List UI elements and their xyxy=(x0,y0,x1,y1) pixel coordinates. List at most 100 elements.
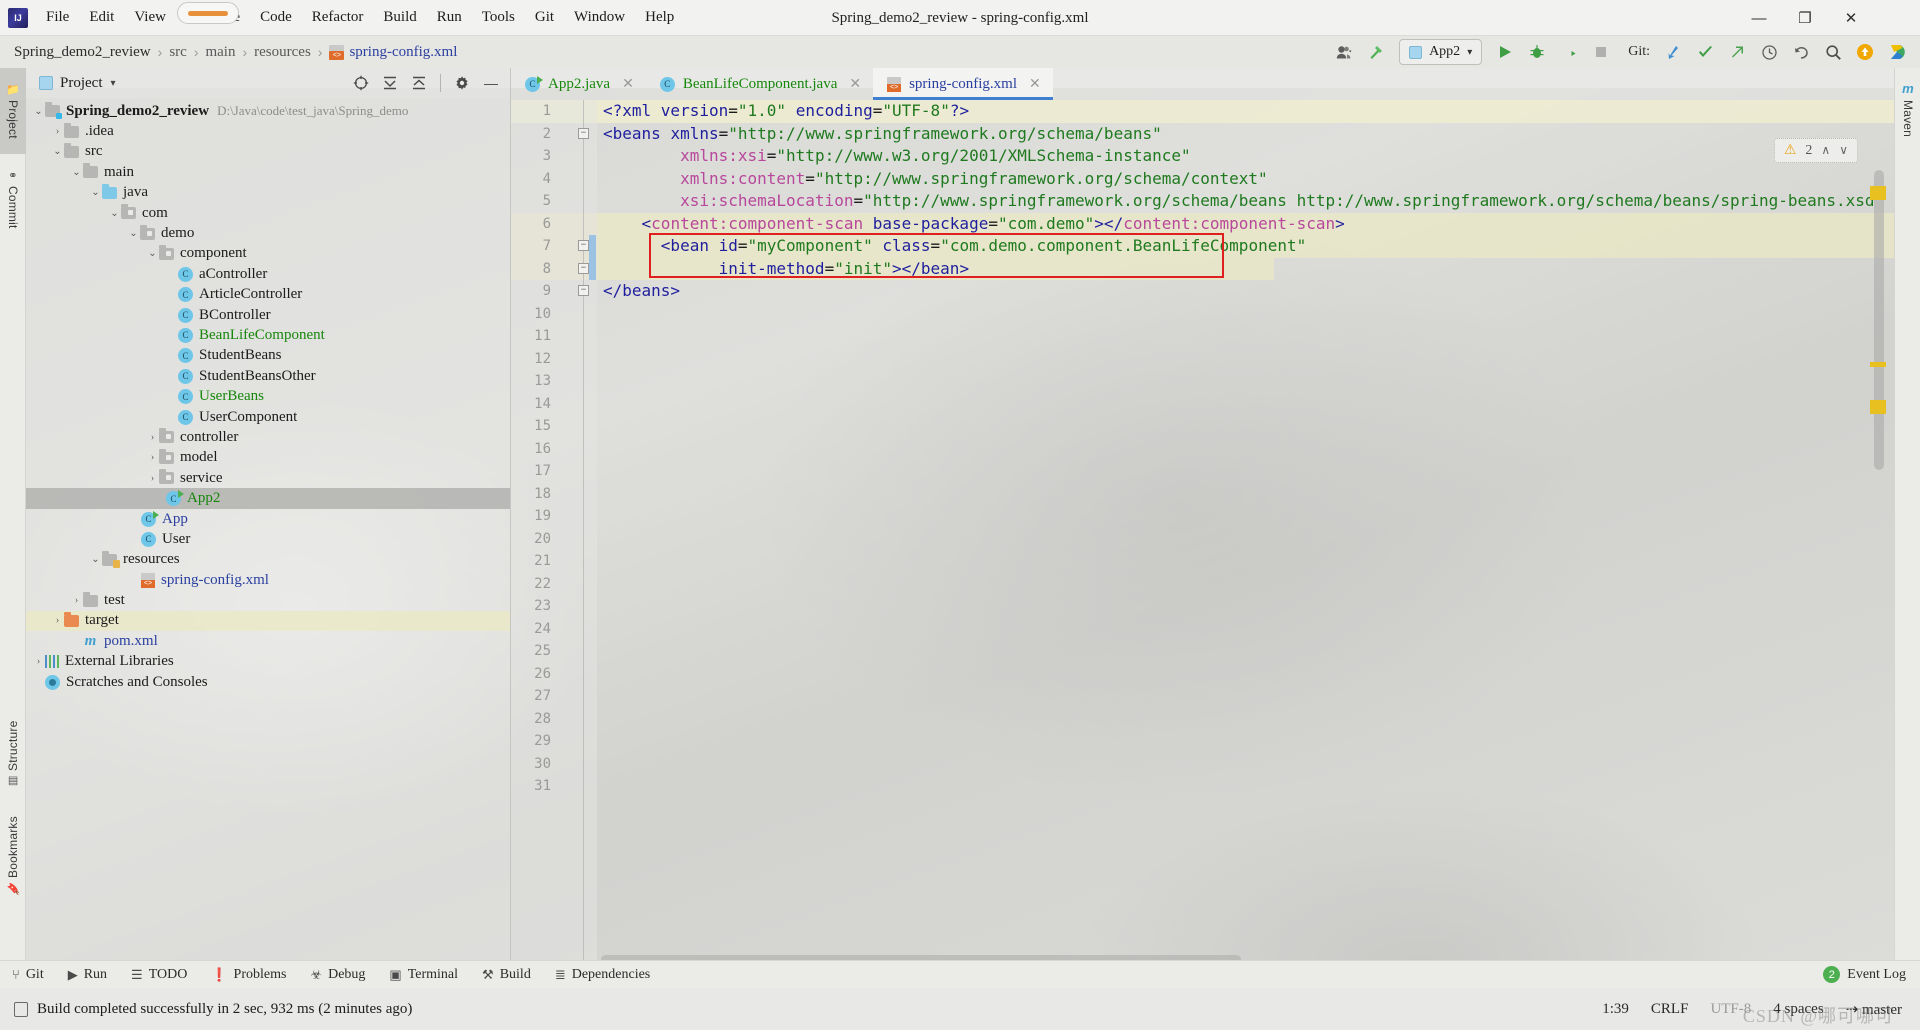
menu-refactor[interactable]: Refactor xyxy=(302,6,374,29)
sidebar-item-structure[interactable]: ▤ Structure xyxy=(0,708,26,800)
bottom-tab-todo[interactable]: ☰ TODO xyxy=(119,961,199,989)
tree-row-target[interactable]: › target xyxy=(26,610,510,632)
menu-window[interactable]: Window xyxy=(564,6,635,29)
chevron-down-icon[interactable]: ⌄ xyxy=(32,106,45,117)
git-branch-widget[interactable]: ⇢ master xyxy=(1846,1000,1902,1019)
sidebar-item-bookmarks[interactable]: 🔖 Bookmarks xyxy=(0,804,26,908)
tree-row-java[interactable]: ⌄ java xyxy=(26,183,510,203)
tree-row-demo[interactable]: ⌄ demo xyxy=(26,223,510,243)
tree-row-model[interactable]: › model xyxy=(26,448,510,468)
chevron-down-icon[interactable]: ⌄ xyxy=(70,167,83,178)
maximize-button[interactable]: ❐ xyxy=(1782,0,1828,36)
minimize-button[interactable]: — xyxy=(1736,0,1782,36)
stop-icon[interactable] xyxy=(1586,39,1616,65)
tree-row-class[interactable]: C BController xyxy=(26,305,510,325)
debug-bug-icon[interactable] xyxy=(1522,39,1552,65)
tab-drag-handle[interactable] xyxy=(177,2,239,24)
fold-toggle-icon[interactable]: − xyxy=(578,128,589,139)
line-separator[interactable]: CRLF xyxy=(1651,1001,1689,1018)
tree-row-idea[interactable]: › .idea xyxy=(26,121,510,141)
file-encoding[interactable]: UTF-8 xyxy=(1710,1001,1751,1018)
chevron-down-icon[interactable]: ▾ xyxy=(111,78,116,89)
chevron-right-icon[interactable]: › xyxy=(146,452,159,463)
tree-row-controller[interactable]: › controller xyxy=(26,427,510,447)
chevron-right-icon[interactable]: › xyxy=(51,615,64,626)
editor-gutter[interactable]: 1 2 3 4 5 6 7 8 9 10 11 12 13 14 15 16 1… xyxy=(511,100,597,968)
code-text[interactable]: <?xml version="1.0" encoding="UTF-8"?> <… xyxy=(597,100,1894,968)
chevron-down-icon[interactable]: ⌄ xyxy=(89,554,102,565)
bottom-tab-problems[interactable]: ❗ Problems xyxy=(199,961,298,989)
commit-check-icon[interactable] xyxy=(1690,39,1720,65)
tree-row-external-libraries[interactable]: › External Libraries xyxy=(26,652,510,672)
run-configuration-selector[interactable]: App2 ▾ xyxy=(1399,39,1483,65)
tree-row-resources[interactable]: ⌄ resources xyxy=(26,550,510,570)
menu-view[interactable]: View xyxy=(124,6,176,29)
breadcrumb-item-project[interactable]: Spring_demo2_review xyxy=(14,44,151,61)
code-editor[interactable]: 1 2 3 4 5 6 7 8 9 10 11 12 13 14 15 16 1… xyxy=(511,100,1894,968)
tree-row-class[interactable]: C UserComponent xyxy=(26,407,510,427)
tree-row-src[interactable]: ⌄ src xyxy=(26,142,510,162)
breadcrumb-item-resources[interactable]: resources xyxy=(254,44,311,61)
menu-code[interactable]: Code xyxy=(250,6,302,29)
next-highlight-icon[interactable]: ∨ xyxy=(1839,143,1848,158)
tree-row-com[interactable]: ⌄ com xyxy=(26,203,510,223)
update-project-icon[interactable] xyxy=(1658,39,1688,65)
tree-row-spring-config[interactable]: spring-config.xml xyxy=(26,570,510,590)
tree-row-pom[interactable]: m pom.xml xyxy=(26,631,510,651)
fold-toggle-icon[interactable]: − xyxy=(578,263,589,274)
run-play-icon[interactable] xyxy=(1490,39,1520,65)
tree-row-class[interactable]: C UserBeans xyxy=(26,386,510,406)
minimap-warning-marker[interactable] xyxy=(1870,400,1886,414)
chevron-right-icon[interactable]: › xyxy=(32,656,45,667)
sidebar-item-commit[interactable]: ⚭ Commit xyxy=(0,156,26,242)
close-icon[interactable]: ✕ xyxy=(1029,76,1041,93)
chevron-right-icon[interactable]: › xyxy=(146,473,159,484)
fold-toggle-icon[interactable]: − xyxy=(578,240,589,251)
indent-setting[interactable]: 4 spaces xyxy=(1773,1001,1823,1018)
close-icon[interactable]: ✕ xyxy=(622,76,634,93)
sidebar-item-project[interactable]: 📁 Project xyxy=(0,68,26,154)
search-magnifier-icon[interactable] xyxy=(1818,39,1848,65)
tree-row-main[interactable]: ⌄ main xyxy=(26,162,510,182)
tree-row-class[interactable]: C aController xyxy=(26,264,510,284)
bottom-tab-run[interactable]: ▶ Run xyxy=(56,961,119,989)
chevron-down-icon[interactable]: ⌄ xyxy=(51,146,64,157)
menu-tools[interactable]: Tools xyxy=(472,6,525,29)
tree-row-app[interactable]: C App xyxy=(26,509,510,529)
tree-row-service[interactable]: › service xyxy=(26,468,510,488)
minimap-warning-marker[interactable] xyxy=(1870,186,1886,200)
editor-tab-app2[interactable]: C App2.java ✕ xyxy=(511,68,646,100)
bottom-tab-dependencies[interactable]: ≣ Dependencies xyxy=(543,961,662,989)
menu-edit[interactable]: Edit xyxy=(79,6,124,29)
status-message-area[interactable]: Build completed successfully in 2 sec, 9… xyxy=(0,1001,412,1018)
expand-all-icon[interactable] xyxy=(377,71,403,95)
hammer-build-icon[interactable] xyxy=(1361,39,1391,65)
minimap-warning-marker[interactable] xyxy=(1870,362,1886,367)
inspection-widget[interactable]: ⚠ 2 ∧ ∨ xyxy=(1773,138,1858,163)
tree-row-app2-selected[interactable]: C App2 xyxy=(26,488,510,509)
tree-row-scratches[interactable]: Scratches and Consoles xyxy=(26,672,510,692)
rollback-undo-icon[interactable] xyxy=(1786,39,1816,65)
hide-panel-icon[interactable]: — xyxy=(478,71,504,95)
breadcrumb-item-file[interactable]: spring-config.xml xyxy=(349,44,457,61)
event-log-label[interactable]: Event Log xyxy=(1847,961,1906,989)
user-account-icon[interactable] xyxy=(1329,39,1359,65)
ide-assistant-icon[interactable] xyxy=(1882,39,1912,65)
select-opened-file-icon[interactable] xyxy=(348,71,374,95)
breadcrumb-item-main[interactable]: main xyxy=(205,44,235,61)
tree-row-module[interactable]: ⌄ Spring_demo2_review D:\Java\code\test_… xyxy=(26,101,510,121)
menu-help[interactable]: Help xyxy=(635,6,684,29)
collapse-all-icon[interactable] xyxy=(406,71,432,95)
caret-position[interactable]: 1:39 xyxy=(1602,1001,1629,1018)
editor-tab-beanlifecomponent[interactable]: C BeanLifeComponent.java ✕ xyxy=(646,68,873,100)
editor-tab-spring-config[interactable]: spring-config.xml ✕ xyxy=(873,68,1053,100)
updates-available-icon[interactable] xyxy=(1850,39,1880,65)
fold-toggle-icon[interactable]: − xyxy=(578,285,589,296)
bottom-tab-terminal[interactable]: ▣ Terminal xyxy=(377,961,470,989)
chevron-right-icon[interactable]: › xyxy=(70,595,83,606)
tree-row-class[interactable]: C ArticleController xyxy=(26,285,510,305)
bottom-tab-git[interactable]: ⑂ Git xyxy=(0,961,56,989)
bottom-tab-build[interactable]: ⚒ Build xyxy=(470,961,543,989)
chevron-right-icon[interactable]: › xyxy=(146,432,159,443)
bottom-tab-debug[interactable]: ☣ Debug xyxy=(298,961,377,989)
